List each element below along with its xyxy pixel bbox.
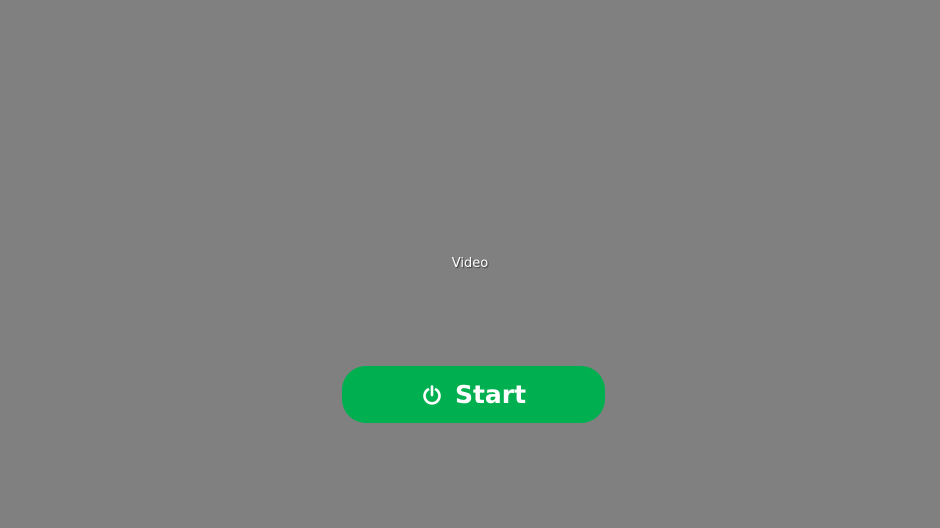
power-icon <box>421 384 443 406</box>
video-label: Video <box>451 256 489 271</box>
video-area: Video <box>0 0 940 528</box>
start-button[interactable]: Start <box>342 366 605 423</box>
start-button-label: Start <box>454 379 527 409</box>
